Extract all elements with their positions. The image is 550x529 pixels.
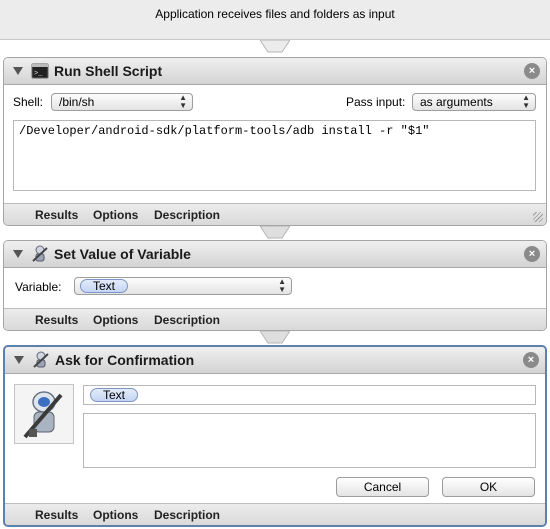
popup-arrows-icon: ▲ ▼ xyxy=(179,93,187,110)
options-tab[interactable]: Options xyxy=(93,508,138,522)
connector-notch xyxy=(260,40,290,53)
action-run-shell-script[interactable]: >_ Run Shell Script × Shell: /bin/sh ▲ ▼ … xyxy=(3,57,547,226)
disclosure-triangle-icon[interactable] xyxy=(13,250,23,258)
shell-label: Shell: xyxy=(13,95,44,109)
variable-label: Variable: xyxy=(15,280,62,294)
description-tab[interactable]: Description xyxy=(154,208,220,222)
svg-text:>_: >_ xyxy=(34,70,43,78)
action-header[interactable]: Set Value of Variable × xyxy=(4,241,546,268)
pass-input-value: as arguments xyxy=(420,95,493,109)
description-tab[interactable]: Description xyxy=(154,313,220,327)
popup-arrows-icon: ▲ ▼ xyxy=(522,93,530,110)
action-title: Ask for Confirmation xyxy=(55,352,195,368)
action-ask-for-confirmation[interactable]: Ask for Confirmation × Text Cancel OK Re… xyxy=(3,345,547,527)
options-tab[interactable]: Options xyxy=(93,313,138,327)
action-footer: Results Options Description xyxy=(5,503,545,525)
robot-icon xyxy=(33,351,49,368)
disclosure-triangle-icon[interactable] xyxy=(13,67,23,75)
automator-robot-icon xyxy=(23,391,63,439)
action-set-value-of-variable[interactable]: Set Value of Variable × Variable: Text ▲… xyxy=(3,240,547,331)
action-header[interactable]: >_ Run Shell Script × xyxy=(4,58,546,85)
pass-input-popup[interactable]: as arguments ▲ ▼ xyxy=(412,93,536,111)
resize-grip-icon[interactable] xyxy=(533,212,543,222)
description-tab[interactable]: Description xyxy=(154,508,220,522)
close-icon[interactable]: × xyxy=(523,352,539,368)
shell-popup[interactable]: /bin/sh ▲ ▼ xyxy=(51,93,193,111)
script-text: /Developer/android-sdk/platform-tools/ad… xyxy=(19,124,430,138)
results-tab[interactable]: Results xyxy=(35,313,78,327)
ok-button[interactable]: OK xyxy=(442,477,535,497)
connector-notch xyxy=(260,331,290,344)
variable-token: Text xyxy=(80,279,129,293)
action-footer: Results Options Description xyxy=(4,308,546,330)
options-tab[interactable]: Options xyxy=(93,208,138,222)
action-title: Run Shell Script xyxy=(54,63,163,79)
variable-popup[interactable]: Text ▲ ▼ xyxy=(74,277,292,295)
pass-input-label: Pass input: xyxy=(346,95,406,109)
disclosure-triangle-icon[interactable] xyxy=(14,356,24,364)
message-token: Text xyxy=(90,388,139,402)
action-footer: Results Options Description xyxy=(4,203,546,225)
script-editor[interactable]: /Developer/android-sdk/platform-tools/ad… xyxy=(13,120,536,191)
action-body: Text Cancel OK xyxy=(5,374,545,503)
description-field[interactable] xyxy=(83,413,536,468)
close-icon[interactable]: × xyxy=(524,63,540,79)
results-tab[interactable]: Results xyxy=(35,508,78,522)
automator-robot-image xyxy=(14,384,74,444)
connector-notch xyxy=(260,226,290,239)
shell-value: /bin/sh xyxy=(59,95,95,109)
action-header[interactable]: Ask for Confirmation × xyxy=(5,347,545,374)
action-body: Variable: Text ▲ ▼ xyxy=(4,268,546,308)
terminal-icon: >_ xyxy=(31,63,49,79)
results-tab[interactable]: Results xyxy=(35,208,78,222)
action-body: Shell: /bin/sh ▲ ▼ Pass input: as argumen… xyxy=(4,85,546,203)
message-field[interactable]: Text xyxy=(83,385,536,405)
close-icon[interactable]: × xyxy=(524,246,540,262)
popup-arrows-icon: ▲ ▼ xyxy=(278,277,286,294)
action-title: Set Value of Variable xyxy=(54,246,191,262)
robot-icon xyxy=(32,245,48,262)
cancel-button[interactable]: Cancel xyxy=(336,477,429,497)
workflow-input-banner: Application receives files and folders a… xyxy=(0,0,550,40)
input-banner-text: Application receives files and folders a… xyxy=(155,7,395,21)
